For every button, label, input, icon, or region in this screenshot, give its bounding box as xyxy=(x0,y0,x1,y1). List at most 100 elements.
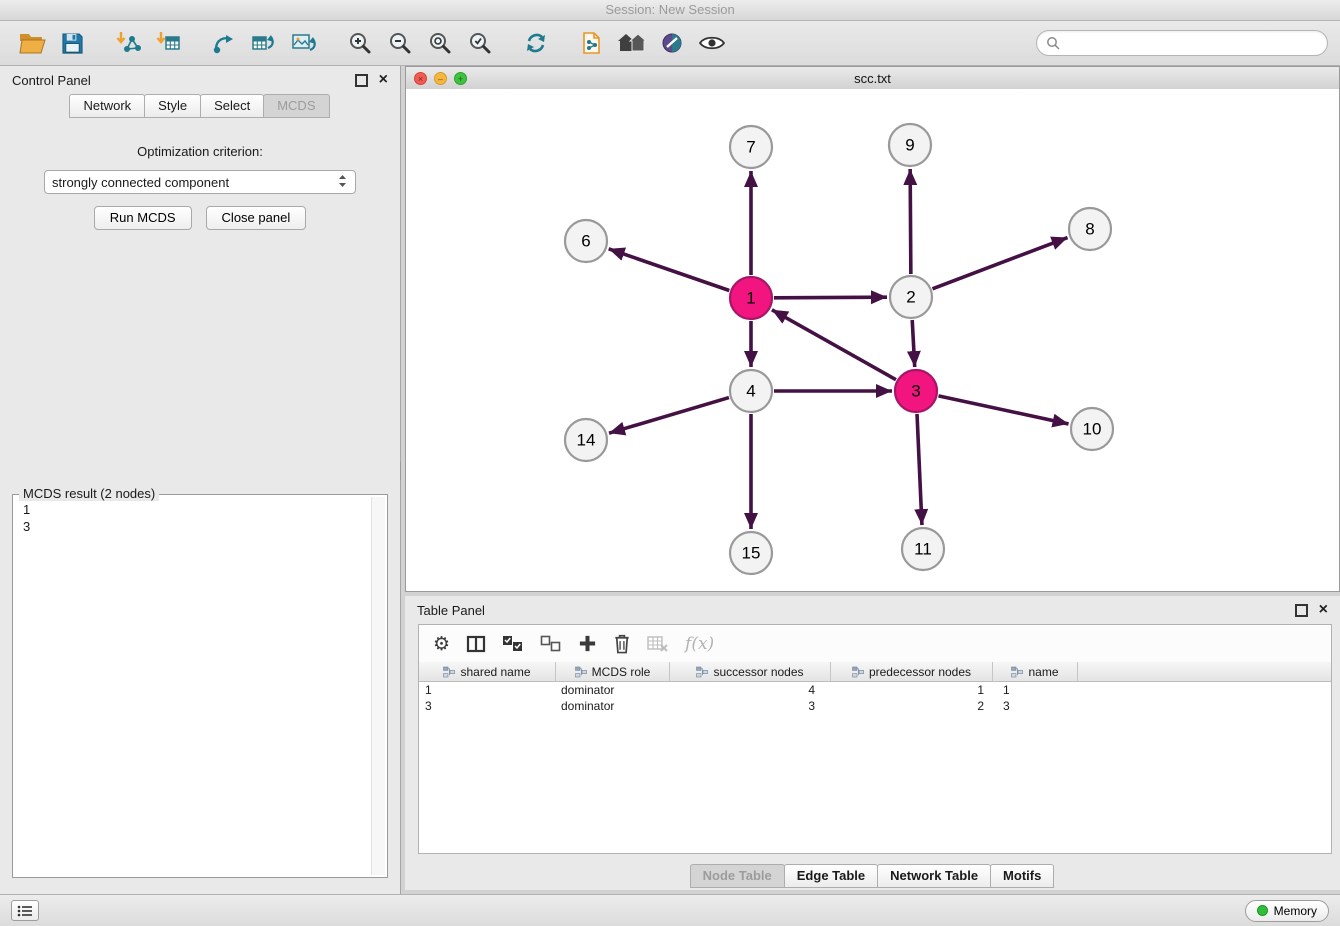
delete-table-icon xyxy=(647,635,669,653)
new-network-icon xyxy=(212,31,236,55)
network-canvas[interactable]: 7 9 6 8 1 2 4 3 14 10 15 11 xyxy=(406,89,1339,591)
zoom-selected-button[interactable] xyxy=(460,24,500,62)
task-history-button[interactable] xyxy=(11,900,39,921)
clone-network-button[interactable] xyxy=(244,24,284,62)
tab-select[interactable]: Select xyxy=(200,94,264,118)
share-document-button[interactable] xyxy=(572,24,612,62)
table-panel-header: Table Panel × xyxy=(405,596,1340,624)
node-table-body: 1dominator4113dominator323 xyxy=(419,682,1331,714)
network-view-window: scc.txt × – + 7968124314101511 xyxy=(405,66,1340,592)
close-window-icon[interactable]: × xyxy=(414,72,427,85)
annotations-button[interactable] xyxy=(652,24,692,62)
trash-icon xyxy=(613,633,631,654)
home-button[interactable] xyxy=(612,24,652,62)
run-mcds-button[interactable]: Run MCDS xyxy=(94,206,192,230)
window-titlebar: Session: New Session xyxy=(0,0,1340,21)
edge-2-3[interactable] xyxy=(912,320,915,367)
table-settings-button[interactable]: ⚙ xyxy=(433,630,450,658)
open-session-button[interactable] xyxy=(12,24,52,62)
node-7[interactable]: 7 xyxy=(730,126,772,168)
select-all-icon xyxy=(502,635,524,652)
edge-3-1[interactable] xyxy=(772,310,896,380)
column-header-mcds-role[interactable]: MCDS role xyxy=(556,662,670,681)
table-row[interactable]: 3dominator323 xyxy=(419,698,1331,714)
vertical-splitter-handle[interactable] xyxy=(400,462,406,480)
criterion-select[interactable]: strongly connected component xyxy=(44,170,356,194)
node-8[interactable]: 8 xyxy=(1069,208,1111,250)
memory-button[interactable]: Memory xyxy=(1245,900,1329,922)
import-network-from-file-button[interactable] xyxy=(108,24,148,62)
zoom-in-button[interactable] xyxy=(340,24,380,62)
save-session-button[interactable] xyxy=(52,24,92,62)
search-box[interactable] xyxy=(1036,30,1328,56)
float-table-panel-icon[interactable] xyxy=(1295,604,1308,617)
edge-1-6[interactable] xyxy=(609,249,730,291)
network-canvas-svg[interactable]: 7 9 6 8 1 2 4 3 14 10 15 11 xyxy=(406,89,1339,591)
node-9[interactable]: 9 xyxy=(889,124,931,166)
control-panel-header: Control Panel × xyxy=(0,66,400,94)
minimize-window-icon[interactable]: – xyxy=(434,72,447,85)
import-table-from-file-button[interactable] xyxy=(148,24,188,62)
mcds-result-list: 13 xyxy=(17,501,370,873)
edge-2-9[interactable] xyxy=(910,169,911,274)
close-panel-button[interactable]: Close panel xyxy=(206,206,307,230)
export-image-button[interactable] xyxy=(284,24,324,62)
tab-network-table[interactable]: Network Table xyxy=(877,864,991,888)
node-10[interactable]: 10 xyxy=(1071,408,1113,450)
add-column-button[interactable] xyxy=(578,630,597,658)
node-15[interactable]: 15 xyxy=(730,532,772,574)
result-line: 1 xyxy=(23,501,370,518)
export-image-icon xyxy=(291,31,317,55)
memory-label: Memory xyxy=(1274,904,1317,918)
result-scrollbar[interactable] xyxy=(371,497,385,875)
edge-3-11[interactable] xyxy=(917,414,922,525)
maximize-window-icon[interactable]: + xyxy=(454,72,467,85)
deselect-all-button[interactable] xyxy=(540,630,562,658)
zoom-out-button[interactable] xyxy=(380,24,420,62)
svg-text:11: 11 xyxy=(914,540,932,559)
select-all-button[interactable] xyxy=(502,630,524,658)
show-graphics-details-button[interactable] xyxy=(692,24,732,62)
node-4[interactable]: 4 xyxy=(730,370,772,412)
tab-node-table[interactable]: Node Table xyxy=(690,864,785,888)
column-header-shared-name[interactable]: shared name xyxy=(419,662,556,681)
table-row[interactable]: 1dominator411 xyxy=(419,682,1331,698)
table-cell: 3 xyxy=(993,698,1078,714)
deselect-all-icon xyxy=(540,635,562,652)
delete-column-button[interactable] xyxy=(613,630,631,658)
float-panel-icon[interactable] xyxy=(355,74,368,87)
close-panel-icon[interactable]: × xyxy=(379,74,388,86)
column-header-successor-nodes[interactable]: successor nodes xyxy=(670,662,831,681)
search-input[interactable] xyxy=(1065,36,1318,51)
open-folder-icon xyxy=(19,32,46,55)
column-header-name[interactable]: name xyxy=(993,662,1078,681)
table-cell: 3 xyxy=(419,698,556,714)
show-columns-button[interactable] xyxy=(466,630,486,658)
node-1[interactable]: 1 xyxy=(730,277,772,319)
refresh-icon xyxy=(524,31,548,55)
edge-1-2[interactable] xyxy=(774,297,887,298)
tab-network[interactable]: Network xyxy=(69,94,145,118)
new-network-button[interactable] xyxy=(204,24,244,62)
node-3[interactable]: 3 xyxy=(895,370,937,412)
edge-4-14[interactable] xyxy=(609,398,729,434)
zoom-fit-button[interactable] xyxy=(420,24,460,62)
column-header-predecessor-nodes[interactable]: predecessor nodes xyxy=(831,662,993,681)
svg-text:15: 15 xyxy=(742,544,761,563)
tab-motifs[interactable]: Motifs xyxy=(990,864,1054,888)
node-2[interactable]: 2 xyxy=(890,276,932,318)
attribute-icon xyxy=(696,666,708,678)
control-panel: Control Panel × NetworkStyleSelectMCDS O… xyxy=(0,66,401,894)
attribute-icon xyxy=(852,666,864,678)
node-11[interactable]: 11 xyxy=(902,528,944,570)
tab-style[interactable]: Style xyxy=(144,94,201,118)
node-14[interactable]: 14 xyxy=(565,419,607,461)
close-table-panel-icon[interactable]: × xyxy=(1319,604,1328,616)
tab-edge-table[interactable]: Edge Table xyxy=(784,864,878,888)
edge-3-10[interactable] xyxy=(938,396,1068,424)
svg-text:4: 4 xyxy=(746,382,755,401)
edge-2-8[interactable] xyxy=(933,238,1068,289)
node-6[interactable]: 6 xyxy=(565,220,607,262)
refresh-network-button[interactable] xyxy=(516,24,556,62)
tab-mcds[interactable]: MCDS xyxy=(263,94,329,118)
